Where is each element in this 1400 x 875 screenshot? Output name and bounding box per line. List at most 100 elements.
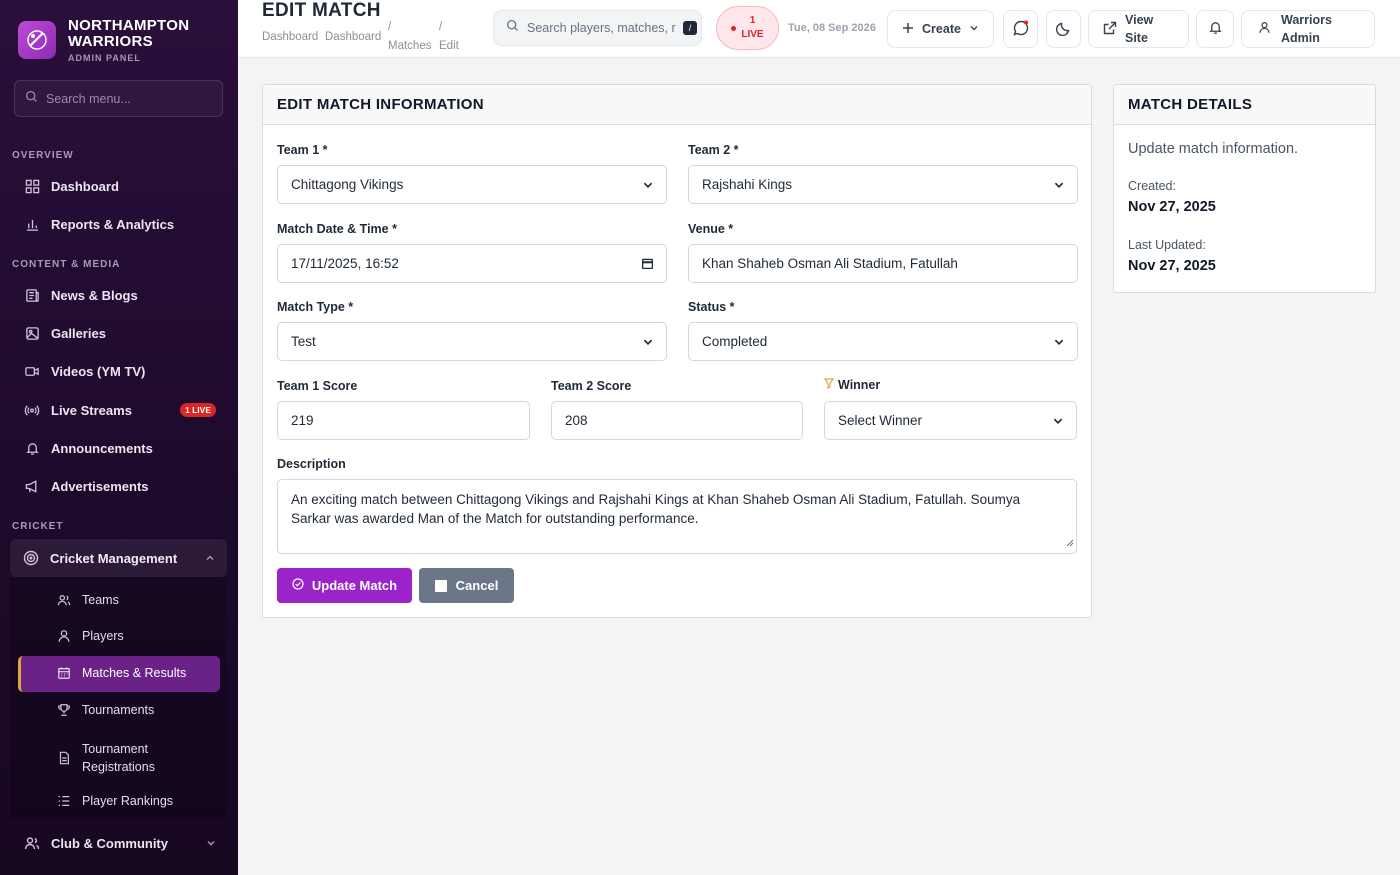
sidebar-item-label: Live Streams: [51, 402, 132, 418]
topbar: EDIT MATCH Dashboard Dashboard / Matches…: [238, 0, 1400, 58]
update-match-button[interactable]: Update Match: [277, 568, 412, 603]
resize-handle-icon[interactable]: [1066, 533, 1074, 552]
brand[interactable]: NORTHAMPTON WARRIORS ADMIN PANEL: [18, 18, 189, 63]
submenu-item-label: Tournaments: [82, 703, 155, 717]
messages-button[interactable]: [1003, 10, 1038, 48]
sidebar-item-label: Announcements: [51, 440, 153, 456]
created-value: Nov 27, 2025: [1128, 199, 1216, 215]
team1-score-input[interactable]: 219: [277, 401, 530, 440]
submenu-item-label: Matches & Results: [82, 666, 187, 680]
check-circle-icon: [292, 578, 304, 593]
cancel-square-icon: [434, 579, 447, 592]
edit-match-card-title: EDIT MATCH INFORMATION: [263, 85, 1091, 125]
cancel-button[interactable]: Cancel: [419, 568, 514, 603]
team2-score-label: Team 2 Score: [551, 379, 632, 393]
breadcrumb-dashboard[interactable]: Dashboard: [262, 31, 318, 43]
live-count-badge: 1 LIVE: [180, 403, 216, 417]
chevron-up-icon: [205, 551, 215, 566]
brand-subtitle: ADMIN PANEL: [68, 53, 141, 63]
submenu-item-label-line1: Tournament: [82, 742, 149, 756]
sidebar-search-placeholder: Search menu...: [46, 91, 131, 106]
team1-value: Chittagong Vikings: [291, 177, 404, 192]
winner-label: Winner: [838, 378, 881, 392]
breadcrumb-separator: /: [439, 21, 443, 33]
match-datetime-input[interactable]: 17/11/2025, 16:52: [277, 244, 667, 283]
team2-score-input[interactable]: 208: [551, 401, 803, 440]
chat-bubble-icon: [1012, 19, 1030, 40]
team1-label: Team 1 *: [277, 143, 328, 157]
plus-icon: [902, 22, 914, 37]
grid-icon: [24, 178, 40, 194]
page-title: EDIT MATCH: [262, 0, 381, 21]
sidebar-item-dashboard[interactable]: Dashboard: [12, 169, 226, 203]
team1-score-value: 219: [291, 413, 314, 428]
image-icon: [24, 325, 40, 341]
section-label-cricket: CRICKET: [12, 521, 64, 532]
match-type-label: Match Type *: [277, 300, 354, 314]
match-type-select[interactable]: Test: [277, 322, 667, 361]
create-label: Create: [922, 22, 961, 36]
sidebar-item-galleries[interactable]: Galleries: [12, 316, 226, 350]
description-textarea[interactable]: An exciting match between Chittagong Vik…: [277, 479, 1077, 554]
sidebar-item-news[interactable]: News & Blogs: [12, 278, 226, 312]
submenu-item-label: Player Rankings: [82, 794, 174, 808]
submenu-item-registrations[interactable]: Tournament Registrations: [57, 740, 155, 776]
calendar-icon[interactable]: [641, 257, 654, 270]
breadcrumb-separator: /: [388, 21, 392, 33]
sidebar-item-reports[interactable]: Reports & Analytics: [12, 207, 226, 241]
venue-input[interactable]: Khan Shaheb Osman Ali Stadium, Fatullah: [688, 244, 1078, 283]
create-dropdown-button[interactable]: Create: [887, 10, 994, 48]
match-details-intro: Update match information.: [1128, 141, 1299, 157]
sidebar-item-label: Dashboard: [51, 178, 119, 194]
venue-label: Venue *: [688, 222, 734, 236]
sidebar-group-cricket-management[interactable]: Cricket Management: [10, 539, 227, 577]
dark-mode-toggle[interactable]: [1046, 10, 1081, 48]
breadcrumb-dashboard-2[interactable]: Dashboard: [325, 31, 381, 43]
team2-select[interactable]: Rajshahi Kings: [688, 165, 1078, 204]
view-site-button[interactable]: View Site: [1088, 10, 1189, 48]
submenu-item-teams[interactable]: Teams: [57, 593, 119, 607]
created-label: Created:: [1128, 179, 1176, 193]
live-indicator[interactable]: 1 LIVE: [716, 6, 779, 50]
winner-select[interactable]: Select Winner: [824, 401, 1077, 440]
sidebar-item-label: Advertisements: [51, 478, 149, 494]
calendar-icon: [57, 666, 71, 680]
user-name-line2: Admin: [1281, 31, 1320, 45]
winner-label-group: Winner: [823, 378, 881, 392]
sidebar-item-live-streams[interactable]: Live Streams 1 LIVE: [12, 393, 226, 427]
status-label: Status *: [688, 300, 735, 314]
chevron-down-icon: [1053, 336, 1065, 348]
chevron-down-icon: [969, 22, 979, 36]
sidebar-item-videos[interactable]: Videos (YM TV): [12, 354, 226, 388]
submenu-item-tournaments[interactable]: Tournaments: [57, 703, 154, 717]
sidebar-item-announcements[interactable]: Announcements: [12, 431, 226, 465]
current-date: Tue, 08 Sep 2026: [788, 22, 876, 34]
search-shortcut-key: /: [683, 21, 697, 35]
submenu-item-label-line2: Registrations: [82, 760, 155, 774]
bar-chart-icon: [24, 216, 40, 232]
status-select[interactable]: Completed: [688, 322, 1078, 361]
datetime-value: 17/11/2025, 16:52: [291, 256, 399, 271]
section-label-content: CONTENT & MEDIA: [12, 259, 121, 270]
notifications-button[interactable]: [1196, 10, 1234, 48]
last-updated-label: Last Updated:: [1128, 238, 1206, 252]
sidebar-item-label: News & Blogs: [51, 287, 138, 303]
user-menu-button[interactable]: Warriors Admin: [1241, 10, 1375, 48]
submenu-item-players[interactable]: Players: [57, 629, 124, 643]
submenu-item-rankings[interactable]: Player Rankings: [57, 794, 173, 808]
sidebar-item-advertisements[interactable]: Advertisements: [12, 469, 226, 503]
breadcrumb-matches[interactable]: Matches: [388, 40, 431, 52]
update-match-label: Update Match: [311, 578, 398, 593]
ranked-list-icon: [57, 794, 71, 808]
team1-select[interactable]: Chittagong Vikings: [277, 165, 667, 204]
sidebar-group-club-community[interactable]: Club & Community: [12, 826, 226, 860]
sidebar-item-label: Videos (YM TV): [51, 363, 146, 379]
breadcrumb-edit: Edit: [439, 40, 459, 52]
submenu-item-matches[interactable]: Matches & Results: [57, 666, 186, 680]
moon-icon: [1055, 20, 1072, 39]
view-site-label-line2: Site: [1125, 31, 1148, 45]
sidebar-search-input[interactable]: Search menu...: [14, 80, 223, 117]
global-search-input[interactable]: Search players, matches, r /: [493, 10, 702, 46]
chevron-down-icon: [1052, 415, 1064, 427]
section-label-overview: OVERVIEW: [12, 150, 74, 161]
